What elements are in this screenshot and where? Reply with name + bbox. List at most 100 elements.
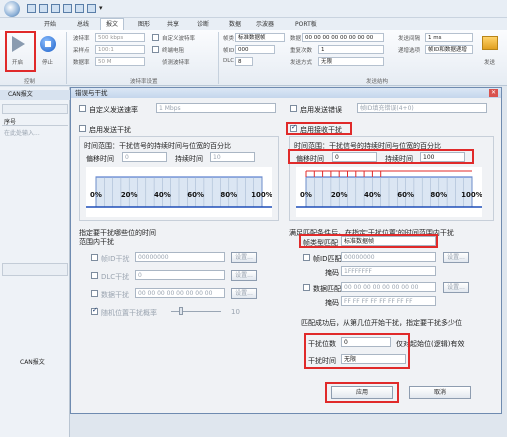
app-logo-icon [4,1,20,17]
data-set-button[interactable]: 设置... [231,288,257,299]
data-label: 数据 [290,36,302,42]
mode-label: 发送方式 [290,60,313,66]
terminal-checkbox[interactable] [152,46,159,53]
can-tab-label: CAN报文 [8,91,33,98]
interference-settings-highlight [304,333,410,369]
data-input[interactable]: 00 00 00 00 00 00 00 00 [302,33,384,42]
tab-scope[interactable]: 示波器 [256,19,274,28]
send-icon [482,36,498,50]
ribbon-tabs: 开始 总线 报文 图形 共享 诊断 数据 示波器 PORT板 [0,18,507,30]
send-range-panel: 时间范围：干扰信号的持续时间与位宽的百分比 偏移时间 0 持续时间 10 0% 2… [79,136,279,221]
open-icon[interactable] [27,4,36,13]
send-offset-input[interactable]: 0 [122,152,167,162]
id-match-set-button[interactable]: 设置... [443,252,469,263]
random-slider-handle[interactable] [179,307,183,315]
dlc-interference-checkbox[interactable] [91,272,98,279]
data-interference-checkbox[interactable] [91,290,98,297]
id-input[interactable]: 000 [235,45,275,54]
enable-send-error-checkbox[interactable] [290,105,297,112]
tab-share[interactable]: 共享 [167,19,179,28]
random-value: 10 [231,308,240,316]
period-input[interactable]: 1 ms [425,33,473,42]
chart-tick-label: 80% [430,191,447,199]
sample-select[interactable]: 100:1 [95,45,145,54]
close-icon[interactable]: ✕ [489,89,498,97]
chart-tick-label: 60% [187,191,204,199]
tab-data[interactable]: 数据 [229,19,241,28]
send-bit-chart: 0% 20% 40% 60% 80% 100% [86,167,272,217]
frame-label: 帧类 [223,36,235,42]
data-interference-label: 数据干扰 [101,291,129,299]
data-match-set-button[interactable]: 设置... [443,282,469,293]
list-item[interactable]: 在此处输入... [2,128,40,137]
baud-label: 波特率 [73,36,90,42]
detect-baud-label[interactable]: 侦测波特率 [162,58,190,66]
column-header[interactable]: 序号 [2,117,68,126]
save-as-icon[interactable] [51,4,60,13]
custom-rate-select[interactable]: 1 Mbps [156,103,276,113]
custom-baud-checkbox[interactable] [152,34,159,41]
send-offset-label: 偏移时间 [86,155,114,163]
custom-rate-label: 自定义发送速率 [89,106,138,114]
data-match-checkbox[interactable] [303,284,310,291]
data-interference-input[interactable]: 00 00 00 00 00 00 00 00 [135,288,225,298]
mode-select[interactable]: 无限 [318,57,384,66]
divider [66,32,67,84]
fd-baud-select[interactable]: 50 M [95,57,145,66]
chart-tick-label: 40% [154,191,171,199]
id-interference-checkbox[interactable] [91,254,98,261]
data-match-label: 数据匹配 [313,285,341,293]
left-toolbar-2 [2,263,68,276]
save-icon[interactable] [39,4,48,13]
grid-icon[interactable] [75,4,84,13]
dlc-interference-input[interactable]: 0 [135,270,225,280]
id-label: 帧ID [223,48,235,54]
baud-select[interactable]: 500 kbps [95,33,145,42]
data-mask-input[interactable]: FF FF FF FF FF FF FF FF [341,296,436,306]
tab-graph[interactable]: 图形 [138,19,150,28]
edit-icon[interactable] [63,4,72,13]
chart-tick-label: 100% [251,191,272,199]
frame-select[interactable]: 标准数据帧 [235,33,285,42]
dlc-label: DLC [223,58,235,64]
chart-tick-label: 0% [300,191,312,199]
data-mask-label: 掩码 [325,299,339,307]
tab-diagnose[interactable]: 诊断 [197,19,209,28]
ribbon: 开启 停止 波特率 500 kbps 采样点 100:1 数据率 50 M 自定… [0,30,507,86]
sample-label: 采样点 [73,48,90,54]
increment-select[interactable]: 帧ID和数据递增 [425,45,473,54]
count-input[interactable]: 1 [318,45,384,54]
dlc-interference-label: DLC干扰 [101,273,130,281]
id-interference-input[interactable]: 00000000 [135,252,225,262]
can-tab[interactable]: CAN报文 [0,90,70,100]
id-match-input[interactable]: 00000000 [341,252,436,262]
id-set-button[interactable]: 设置... [231,252,257,263]
send-duration-input[interactable]: 10 [210,152,255,162]
enable-send-interference-checkbox[interactable] [79,125,86,132]
dlc-input[interactable]: 8 [235,57,253,66]
apply-highlight [325,382,399,403]
id-match-checkbox[interactable] [303,254,310,261]
id-mask-input[interactable]: 1FFFFFFF [341,266,436,276]
data-match-input[interactable]: 00 00 00 00 00 00 00 00 [341,282,436,292]
qa-dropdown-icon[interactable]: ▾ [99,4,108,13]
tab-start[interactable]: 开始 [44,19,56,28]
chart-tick-label: 20% [331,191,348,199]
stop-icon [40,36,56,52]
custom-rate-checkbox[interactable] [79,105,86,112]
random-interference-checkbox[interactable] [91,306,98,315]
tab-message[interactable]: 报文 [100,18,125,30]
divider [218,32,219,84]
table-icon[interactable] [87,4,96,13]
stop-label: 停止 [42,60,54,66]
period-label: 发送间隔 [398,36,421,42]
fd-baud-label: 数据率 [73,60,90,66]
cancel-button[interactable]: 取消 [409,386,471,399]
send-button[interactable]: 发送 [484,58,495,66]
dlc-set-button[interactable]: 设置... [231,270,257,281]
error-type-select[interactable]: 帧ID填充错误(4+0) [357,103,487,113]
bottom-can-label: CAN报文 [20,359,45,366]
tab-port[interactable]: PORT板 [295,19,317,28]
start-highlight[interactable] [5,31,36,72]
tab-bus[interactable]: 总线 [77,19,89,28]
